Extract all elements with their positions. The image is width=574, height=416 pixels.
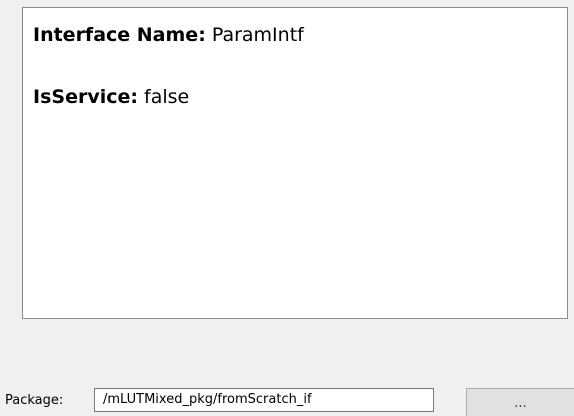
interface-name-value: ParamIntf: [211, 24, 304, 46]
interface-name-row: Interface Name: ParamIntf: [33, 24, 304, 46]
package-label: Package:: [5, 393, 64, 408]
package-input[interactable]: /mLUTMixed_pkg/fromScratch_if: [94, 388, 434, 412]
browse-package-button[interactable]: ...: [466, 388, 574, 416]
is-service-value: false: [144, 86, 190, 108]
interface-info-panel: Interface Name: ParamIntf IsService: fal…: [22, 7, 568, 319]
interface-name-key: Interface Name:: [33, 24, 206, 46]
interface-properties-dialog: Interface Name: ParamIntf IsService: fal…: [0, 0, 574, 416]
is-service-row: IsService: false: [33, 86, 189, 108]
is-service-key: IsService:: [33, 86, 138, 108]
